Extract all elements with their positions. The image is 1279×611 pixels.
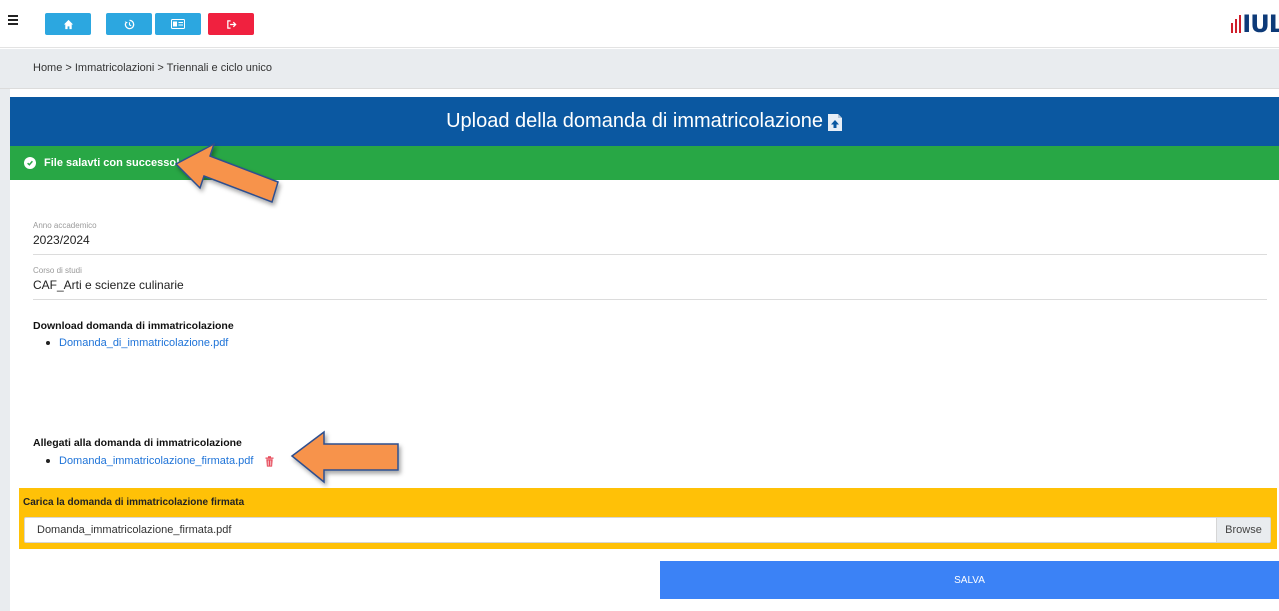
attachment-item: Domanda_immatricolazione_firmata.pdf	[46, 455, 274, 467]
logo-text: IUL	[1242, 10, 1279, 38]
course-label: Corso di studi	[33, 266, 82, 275]
breadcrumb-bar: Home > Immatricolazioni > Triennali e ci…	[0, 49, 1279, 89]
file-upload-icon	[827, 113, 843, 132]
attachment-link[interactable]: Domanda_immatricolazione_firmata.pdf	[59, 455, 253, 467]
home-icon	[63, 19, 73, 29]
download-section-title: Download domanda di immatricolazione	[33, 320, 234, 332]
download-link[interactable]: Domanda_di_immatricolazione.pdf	[46, 337, 228, 349]
top-bar: IUL	[0, 0, 1279, 48]
file-input[interactable]: Domanda_immatricolazione_firmata.pdf Bro…	[24, 517, 1271, 543]
page-header: Upload della domanda di immatricolazione	[10, 97, 1279, 146]
left-rail	[0, 89, 10, 611]
academic-year-label: Anno accademico	[33, 221, 97, 230]
logout-icon	[226, 19, 237, 29]
success-alert: File salavti con successo!	[10, 146, 1279, 180]
page-title: Upload della domanda di immatricolazione	[446, 110, 823, 132]
academic-year-value: 2023/2024	[33, 233, 90, 247]
logout-button[interactable]	[208, 13, 254, 35]
attachments-section-title: Allegati alla domanda di immatricolazion…	[33, 437, 242, 449]
academic-year-field: Anno accademico 2023/2024	[33, 221, 1267, 255]
course-value: CAF_Arti e scienze culinarie	[33, 278, 184, 292]
home-button[interactable]	[45, 13, 91, 35]
history-icon	[124, 19, 134, 29]
history-button[interactable]	[106, 13, 152, 35]
check-circle-icon	[24, 157, 36, 169]
browse-button[interactable]: Browse	[1216, 518, 1270, 542]
course-field: Corso di studi CAF_Arti e scienze culina…	[33, 266, 1267, 300]
hamburger-menu-icon[interactable]	[8, 15, 20, 29]
id-card-button[interactable]	[155, 13, 201, 35]
id-card-icon	[171, 19, 185, 29]
upload-panel: Carica la domanda di immatricolazione fi…	[19, 488, 1277, 549]
success-message: File salavti con successo!	[44, 157, 180, 169]
file-input-value: Domanda_immatricolazione_firmata.pdf	[37, 524, 232, 536]
annotation-arrow-icon	[290, 430, 399, 484]
trash-icon[interactable]	[265, 455, 274, 467]
university-logo: IUL	[1231, 10, 1279, 38]
save-button[interactable]: SALVA	[660, 561, 1279, 599]
breadcrumb: Home > Immatricolazioni > Triennali e ci…	[33, 62, 273, 74]
upload-title: Carica la domanda di immatricolazione fi…	[23, 497, 245, 508]
